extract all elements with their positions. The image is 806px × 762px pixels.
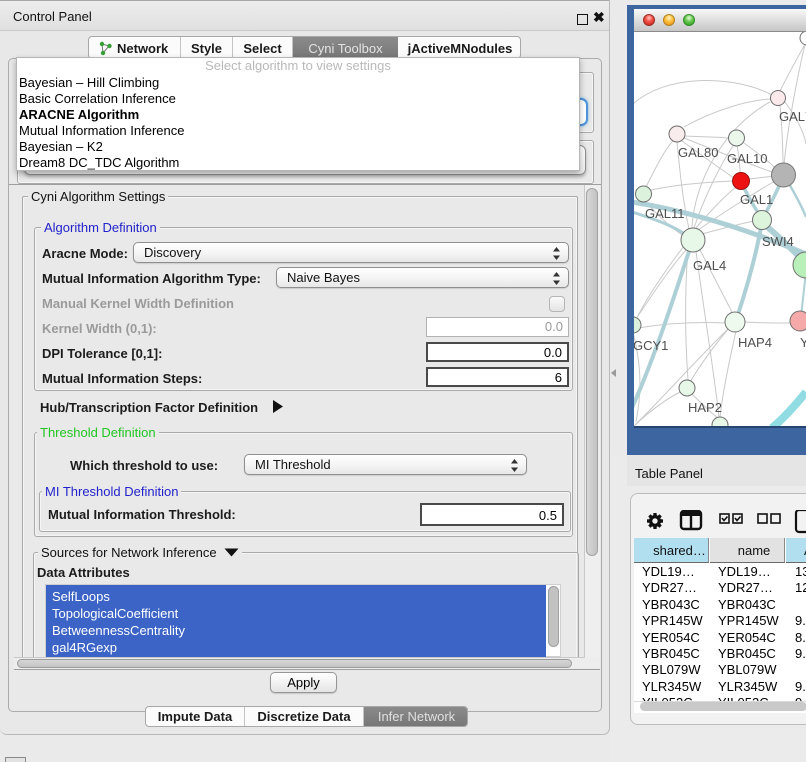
svg-text:GAL7: GAL7 [779,109,806,124]
svg-text:GAL10: GAL10 [727,151,767,166]
svg-text:GAL80: GAL80 [678,145,718,160]
svg-text:HAP2: HAP2 [688,400,722,415]
svg-text:GAL4: GAL4 [693,258,726,273]
svg-text:GAL1: GAL1 [740,192,773,207]
svg-text:SWI4: SWI4 [762,234,794,249]
svg-text:Y: Y [800,335,806,350]
svg-text:HAP4: HAP4 [738,335,772,350]
svg-text:GCY1: GCY1 [634,338,668,353]
svg-text:GAL11: GAL11 [645,206,685,221]
